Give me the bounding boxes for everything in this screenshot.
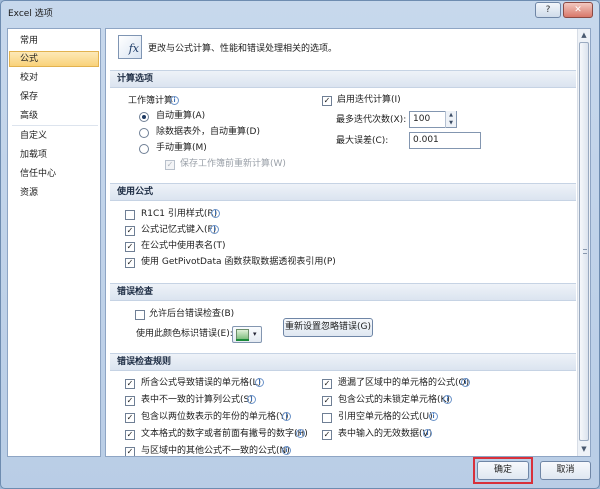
info-icon: i <box>247 395 256 404</box>
radio-auto-calc[interactable] <box>139 112 149 122</box>
reset-ignored-errors-button[interactable]: 重新设置忽略错误(G) <box>283 318 373 337</box>
cancel-button[interactable]: 取消 <box>540 461 591 480</box>
panel-description: 更改与公式计算、性能和错误处理相关的选项。 <box>148 44 338 54</box>
sidebar-item-proofing[interactable]: 校对 <box>9 70 99 86</box>
background-error-check-label: 允许后台错误检查(B) <box>149 309 235 319</box>
iterative-calc-checkbox[interactable]: ✓ <box>322 96 332 106</box>
recalc-before-save-label: 保存工作簿前重新计算(W) <box>180 159 286 169</box>
info-icon: i <box>443 395 452 404</box>
sidebar-item-trust-center[interactable]: 信任中心 <box>9 166 99 182</box>
sidebar-item-save[interactable]: 保存 <box>9 89 99 105</box>
title-bar: Excel 选项 ? ✕ <box>1 1 599 23</box>
max-change-label: 最大误差(C): <box>336 136 389 146</box>
info-icon: i <box>255 378 264 387</box>
rule-omitted-cells-label: 遗漏了区域中的单元格的公式(O) <box>338 378 470 388</box>
sidebar-divider <box>12 125 98 126</box>
section-error-checking: 错误检查 <box>110 283 576 301</box>
sidebar: 常用 公式 校对 保存 高级 自定义 加载项 信任中心 资源 <box>7 28 101 457</box>
error-color-label: 使用此颜色标识错误(E): <box>136 329 233 339</box>
color-swatch <box>236 339 249 341</box>
sidebar-item-addins[interactable]: 加载项 <box>9 147 99 163</box>
rule-unlocked-cells-checkbox[interactable]: ✓ <box>322 396 332 406</box>
vertical-scrollbar[interactable]: ▲ ▼ <box>577 29 590 456</box>
scroll-down-icon[interactable]: ▼ <box>578 443 590 455</box>
info-icon: i <box>282 412 291 421</box>
window-title: Excel 选项 <box>8 9 53 19</box>
radio-auto-calc-label: 自动重算(A) <box>156 111 206 121</box>
rule-formula-errors-checkbox[interactable]: ✓ <box>125 379 135 389</box>
rule-unlocked-cells-label: 包含公式的未锁定单元格(K) <box>338 395 450 405</box>
rule-formula-errors-label: 所含公式导致错误的单元格(L) <box>141 378 262 388</box>
sidebar-item-general[interactable]: 常用 <box>9 33 99 49</box>
options-dialog: Excel 选项 ? ✕ 常用 公式 校对 保存 高级 自定义 加载项 信任中心… <box>0 0 600 489</box>
rule-inconsistent-column-label: 表中不一致的计算列公式(S) <box>141 395 253 405</box>
info-icon: i <box>282 446 291 455</box>
r1c1-checkbox[interactable] <box>125 210 135 220</box>
section-working-with-formulas: 使用公式 <box>110 183 576 201</box>
info-icon: i <box>429 412 438 421</box>
getpivotdata-label: 使用 GetPivotData 函数获取数据透视表引用(P) <box>141 257 336 267</box>
info-icon: i <box>210 225 219 234</box>
sidebar-item-customize[interactable]: 自定义 <box>9 128 99 144</box>
chevron-down-icon: ▾ <box>253 330 257 338</box>
rule-empty-cells-checkbox[interactable] <box>322 413 332 423</box>
sidebar-item-resources[interactable]: 资源 <box>9 185 99 201</box>
sidebar-item-formulas[interactable]: 公式 <box>9 51 99 67</box>
scroll-up-icon[interactable]: ▲ <box>578 29 590 41</box>
info-icon: i <box>461 378 470 387</box>
formula-autocomplete-checkbox[interactable]: ✓ <box>125 226 135 236</box>
rule-two-digit-years-checkbox[interactable]: ✓ <box>125 413 135 423</box>
rule-text-numbers-label: 文本格式的数字或者前面有撇号的数字(H) <box>141 429 308 439</box>
fx-icon: fx <box>118 35 142 59</box>
radio-manual-calc[interactable] <box>139 144 149 154</box>
spin-down-icon[interactable]: ▼ <box>446 119 456 127</box>
close-button[interactable]: ✕ <box>563 2 593 18</box>
rule-inconsistent-column-checkbox[interactable]: ✓ <box>125 396 135 406</box>
rule-inconsistent-formula-checkbox[interactable]: ✓ <box>125 447 135 456</box>
radio-auto-except-tables-label: 除数据表外，自动重算(D) <box>156 127 260 137</box>
ok-button[interactable]: 确定 <box>477 461 529 480</box>
section-error-checking-rules: 错误检查规则 <box>110 353 576 371</box>
info-icon: i <box>423 429 432 438</box>
spin-up-icon[interactable]: ▲ <box>446 111 456 119</box>
info-icon: i <box>170 96 179 105</box>
panel-header: fx 更改与公式计算、性能和错误处理相关的选项。 <box>118 35 578 59</box>
formula-autocomplete-label: 公式记忆式键入(F) <box>141 225 217 235</box>
radio-auto-except-tables[interactable] <box>139 128 149 138</box>
rule-invalid-table-data-label: 表中输入的无效数据(V) <box>338 429 433 439</box>
section-calculation: 计算选项 <box>110 70 576 88</box>
recalc-before-save-checkbox[interactable]: ✓ <box>165 160 175 170</box>
getpivotdata-checkbox[interactable]: ✓ <box>125 258 135 268</box>
background-error-check-checkbox[interactable] <box>135 310 145 320</box>
help-button[interactable]: ? <box>535 2 561 18</box>
scrollbar-thumb[interactable] <box>579 42 589 441</box>
max-iterations-spinner[interactable]: ▲ ▼ <box>445 111 456 128</box>
iterative-calc-label: 启用迭代计算(I) <box>337 95 401 105</box>
radio-manual-calc-label: 手动重算(M) <box>156 143 207 153</box>
max-change-input[interactable]: 0.001 <box>409 132 481 149</box>
r1c1-label: R1C1 引用样式(R) <box>141 209 218 219</box>
rule-invalid-table-data-checkbox[interactable]: ✓ <box>322 430 332 440</box>
info-icon: i <box>211 209 220 218</box>
sidebar-item-advanced[interactable]: 高级 <box>9 108 99 124</box>
rule-text-numbers-checkbox[interactable]: ✓ <box>125 430 135 440</box>
grip-icon <box>583 249 587 254</box>
workbook-calc-label: 工作簿计算 <box>128 96 174 106</box>
rule-two-digit-years-label: 包含以两位数表示的年份的单元格(Y) <box>141 412 289 422</box>
rule-omitted-cells-checkbox[interactable]: ✓ <box>322 379 332 389</box>
table-names-checkbox[interactable]: ✓ <box>125 242 135 252</box>
table-names-label: 在公式中使用表名(T) <box>141 241 226 251</box>
error-color-picker[interactable]: ▾ <box>232 326 262 343</box>
radio-dot <box>142 115 146 119</box>
max-iterations-label: 最多迭代次数(X): <box>336 115 407 125</box>
info-icon: i <box>296 429 305 438</box>
main-panel: fx 更改与公式计算、性能和错误处理相关的选项。 计算选项 工作簿计算 i 自动… <box>105 28 591 457</box>
rule-empty-cells-label: 引用空单元格的公式(U) <box>338 412 433 422</box>
rule-inconsistent-formula-label: 与区域中的其他公式不一致的公式(N) <box>141 446 290 456</box>
